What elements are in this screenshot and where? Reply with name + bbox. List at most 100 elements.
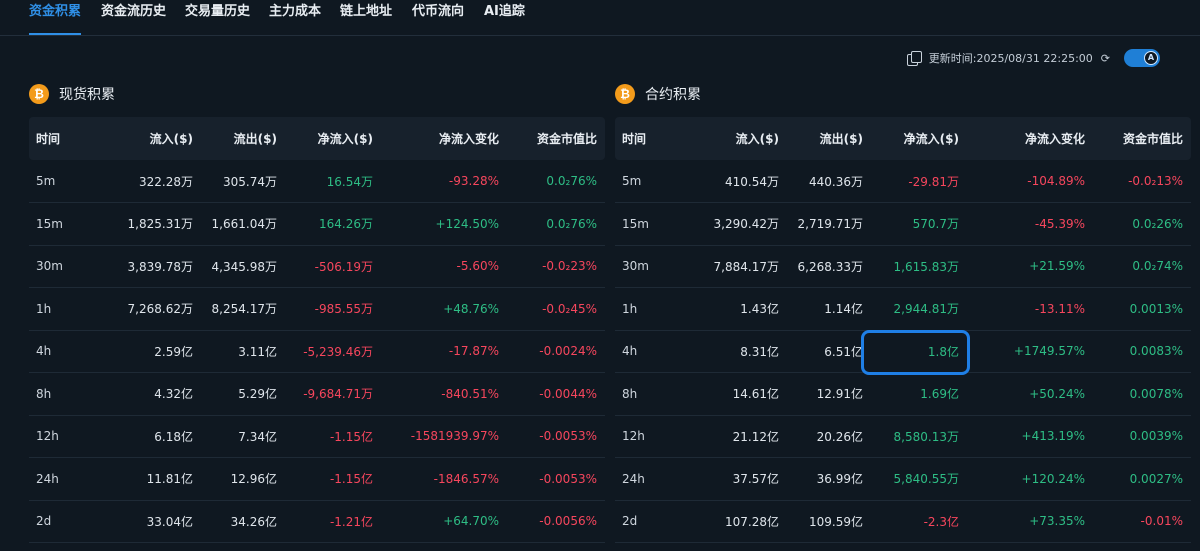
bitcoin-icon: ₿ — [615, 84, 635, 104]
spot-title: 现货积累 — [59, 87, 115, 103]
cell-time: 4h — [615, 330, 677, 373]
column-header-time: 时间 — [615, 117, 677, 160]
cell-netflow: -985.55万 — [285, 287, 381, 331]
cell-time: 15m — [615, 202, 677, 246]
cell-fund-cap-ratio: 0.0039% — [1093, 415, 1191, 458]
table-row: 8h 14.61亿 12.91亿 1.69亿 +50.24% 0.0078% — [615, 372, 1191, 416]
cell-outflow: 305.74万 — [201, 160, 285, 203]
cell-inflow: 410.54万 — [677, 160, 787, 203]
cell-netflow: 5,840.55万 — [871, 457, 967, 501]
cell-netflow-change: +73.35% — [967, 500, 1093, 543]
ai-toggle[interactable]: A — [1124, 49, 1160, 67]
cell-fund-cap-ratio: 0.0₂76% — [507, 160, 605, 203]
cell-time: 15m — [29, 202, 91, 246]
table-row: 1h 7,268.62万 8,254.17万 -985.55万 +48.76% -0.0₂… — [29, 287, 605, 331]
tab-ai-tracking[interactable]: AI追踪 — [484, 2, 525, 32]
cell-netflow-change: +21.59% — [967, 245, 1093, 288]
column-header-inflow: 流入($) — [91, 117, 201, 160]
column-header-netflow: 净流入($) — [871, 117, 967, 160]
cell-inflow: 14.61亿 — [677, 372, 787, 416]
cell-outflow: 1,661.04万 — [201, 202, 285, 246]
futures-table-header: 时间 流入($) 流出($) 净流入($) 净流入变化 资金市值比 — [615, 117, 1191, 160]
cell-outflow: 109.59亿 — [787, 500, 871, 543]
cell-netflow-change: -840.51% — [381, 372, 507, 416]
copy-icon[interactable] — [906, 51, 922, 66]
cell-fund-cap-ratio: 0.0₂76% — [507, 202, 605, 246]
active-tab-indicator — [29, 33, 81, 35]
cell-outflow: 12.91亿 — [787, 372, 871, 416]
cell-netflow-change: +1749.57% — [967, 330, 1093, 373]
tab-token-flow[interactable]: 代币流向 — [412, 2, 464, 32]
update-bar: 更新时间:2025/08/31 22:25:00 ⟳ A — [906, 48, 1160, 68]
column-header-fund-cap-ratio: 资金市值比 — [507, 117, 605, 160]
tab-fund-accumulation[interactable]: 资金积累 — [29, 2, 81, 32]
table-row: 15m 3,290.42万 2,719.71万 570.7万 -45.39% 0.0₂26… — [615, 202, 1191, 246]
cell-netflow: -29.81万 — [871, 160, 967, 203]
cell-netflow-change: -17.87% — [381, 330, 507, 373]
cell-inflow: 322.28万 — [91, 160, 201, 203]
column-header-time: 时间 — [29, 117, 91, 160]
column-header-inflow: 流入($) — [677, 117, 787, 160]
cell-time: 1h — [29, 287, 91, 331]
column-header-netflow-change: 净流入变化 — [381, 117, 507, 160]
cell-time: 8h — [29, 372, 91, 416]
cell-netflow-change: -1846.57% — [381, 457, 507, 501]
cell-netflow: -9,684.71万 — [285, 372, 381, 416]
cell-fund-cap-ratio: -0.0024% — [507, 330, 605, 373]
tab-onchain-address[interactable]: 链上地址 — [340, 2, 392, 32]
futures-section-title: ₿ 合约积累 — [615, 83, 701, 105]
cell-inflow: 107.28亿 — [677, 500, 787, 543]
cell-inflow: 37.57亿 — [677, 457, 787, 501]
column-header-outflow: 流出($) — [201, 117, 285, 160]
cell-outflow: 20.26亿 — [787, 415, 871, 458]
cell-time: 12h — [615, 415, 677, 458]
cell-netflow-change: +48.76% — [381, 287, 507, 331]
cell-netflow-change: -5.60% — [381, 245, 507, 288]
cell-fund-cap-ratio: 0.0027% — [1093, 457, 1191, 501]
cell-fund-cap-ratio: -0.0₂13% — [1093, 160, 1191, 203]
tab-volume-history[interactable]: 交易量历史 — [185, 2, 250, 32]
cell-time: 5m — [29, 160, 91, 203]
table-row: 2d 33.04亿 34.26亿 -1.21亿 +64.70% -0.0056% — [29, 500, 605, 543]
cell-outflow: 8,254.17万 — [201, 287, 285, 331]
cell-time: 5m — [615, 160, 677, 203]
cell-fund-cap-ratio: -0.0044% — [507, 372, 605, 416]
table-row: 24h 11.81亿 12.96亿 -1.15亿 -1846.57% -0.0053% — [29, 457, 605, 501]
cell-fund-cap-ratio: -0.01% — [1093, 500, 1191, 543]
cell-time: 1h — [615, 287, 677, 331]
cell-inflow: 6.18亿 — [91, 415, 201, 458]
table-row: 12h 6.18亿 7.34亿 -1.15亿 -1581939.97% -0.0053% — [29, 415, 605, 458]
cell-time: 30m — [615, 245, 677, 288]
tab-fund-flow-history[interactable]: 资金流历史 — [101, 2, 166, 32]
cell-netflow-change: -13.11% — [967, 287, 1093, 331]
cell-outflow: 6.51亿 — [787, 330, 871, 373]
cell-netflow: 164.26万 — [285, 202, 381, 246]
table-row: 4h 8.31亿 6.51亿 1.8亿 +1749.57% 0.0083% — [615, 330, 1191, 373]
cell-netflow-change: +120.24% — [967, 457, 1093, 501]
cell-netflow: -506.19万 — [285, 245, 381, 288]
cell-outflow: 7.34亿 — [201, 415, 285, 458]
cell-netflow: 1.8亿 — [871, 330, 967, 373]
cell-netflow: 570.7万 — [871, 202, 967, 246]
cell-inflow: 21.12亿 — [677, 415, 787, 458]
cell-inflow: 8.31亿 — [677, 330, 787, 373]
cell-outflow: 440.36万 — [787, 160, 871, 203]
cell-netflow: -5,239.46万 — [285, 330, 381, 373]
cell-time: 24h — [29, 457, 91, 501]
cell-outflow: 1.14亿 — [787, 287, 871, 331]
cell-netflow-change: -45.39% — [967, 202, 1093, 246]
table-row: 4h 2.59亿 3.11亿 -5,239.46万 -17.87% -0.0024% — [29, 330, 605, 373]
cell-inflow: 3,290.42万 — [677, 202, 787, 246]
refresh-icon[interactable]: ⟳ — [1101, 52, 1110, 65]
spot-table-header: 时间 流入($) 流出($) 净流入($) 净流入变化 资金市值比 — [29, 117, 605, 160]
cell-fund-cap-ratio: -0.0₂23% — [507, 245, 605, 288]
tab-main-cost[interactable]: 主力成本 — [269, 2, 321, 32]
cell-time: 30m — [29, 245, 91, 288]
cell-fund-cap-ratio: -0.0₂45% — [507, 287, 605, 331]
cell-netflow: 16.54万 — [285, 160, 381, 203]
cell-inflow: 33.04亿 — [91, 500, 201, 543]
column-header-netflow: 净流入($) — [285, 117, 381, 160]
cell-outflow: 5.29亿 — [201, 372, 285, 416]
table-row: 15m 1,825.31万 1,661.04万 164.26万 +124.50% 0.0₂… — [29, 202, 605, 246]
update-time: 更新时间:2025/08/31 22:25:00 — [928, 52, 1093, 65]
